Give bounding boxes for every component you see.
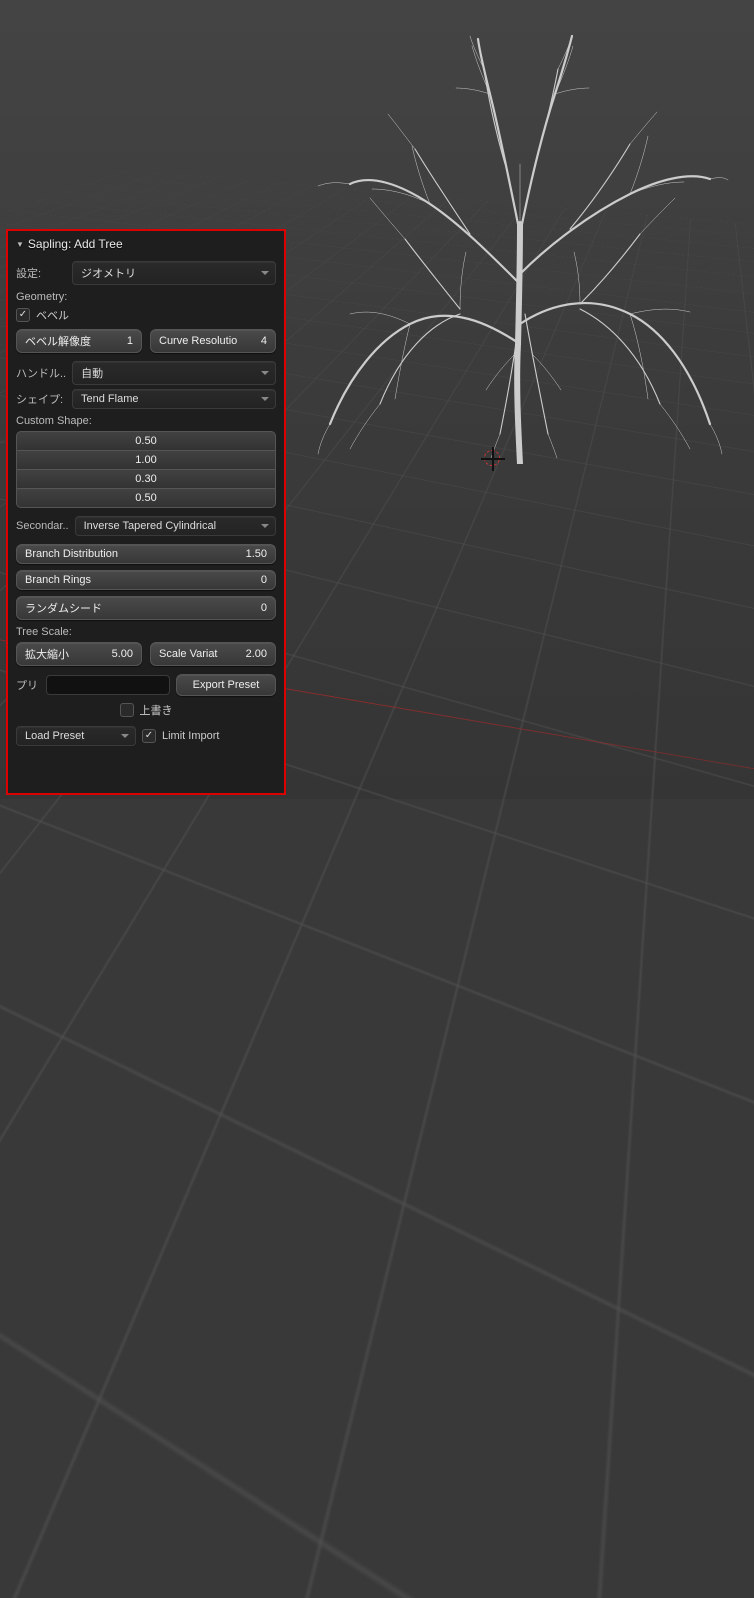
scale-field[interactable]: 拡大縮小 5.00 xyxy=(16,642,142,666)
tree-object[interactable] xyxy=(310,24,730,464)
limit-import-checkbox[interactable] xyxy=(142,729,156,743)
random-seed-field[interactable]: ランダムシード 0 xyxy=(16,596,276,620)
settings-label: 設定: xyxy=(16,265,66,281)
export-preset-button[interactable]: Export Preset xyxy=(176,674,276,696)
preset-label: プリ xyxy=(16,677,40,693)
settings-select[interactable]: ジオメトリ xyxy=(72,261,276,285)
disclosure-triangle-icon[interactable]: ▼ xyxy=(16,240,24,249)
overwrite-checkbox[interactable] xyxy=(120,703,134,717)
handle-select[interactable]: 自動 xyxy=(72,361,276,385)
geometry-heading: Geometry: xyxy=(16,291,276,303)
cursor-3d-icon xyxy=(484,450,500,466)
custom-shape-1[interactable]: 1.00 xyxy=(16,451,276,470)
tree-scale-heading: Tree Scale: xyxy=(16,626,276,638)
secondary-label: Secondar.. xyxy=(16,520,69,532)
branch-rings-field[interactable]: Branch Rings 0 xyxy=(16,570,276,590)
bevel-label: ベベル xyxy=(36,307,69,323)
bevel-resolution-field[interactable]: ベベル解像度 1 xyxy=(16,329,142,353)
scale-variation-field[interactable]: Scale Variat 2.00 xyxy=(150,642,276,666)
bevel-checkbox[interactable] xyxy=(16,308,30,322)
custom-shape-0[interactable]: 0.50 xyxy=(16,431,276,451)
custom-shape-2[interactable]: 0.30 xyxy=(16,470,276,489)
custom-shape-heading: Custom Shape: xyxy=(16,415,276,427)
shape-label: シェイプ: xyxy=(16,391,66,407)
handle-label: ハンドル.. xyxy=(16,365,66,381)
custom-shape-3[interactable]: 0.50 xyxy=(16,489,276,508)
branch-distribution-field[interactable]: Branch Distribution 1.50 xyxy=(16,544,276,564)
secondary-select[interactable]: Inverse Tapered Cylindrical xyxy=(75,516,276,536)
limit-import-label: Limit Import xyxy=(162,730,219,742)
preset-name-input[interactable] xyxy=(46,675,170,695)
load-preset-select[interactable]: Load Preset xyxy=(16,726,136,746)
panel-title[interactable]: ▼ Sapling: Add Tree xyxy=(16,237,276,251)
overwrite-label: 上書き xyxy=(140,702,173,718)
operator-panel: ▼ Sapling: Add Tree 設定: ジオメトリ Geometry: … xyxy=(6,229,286,795)
curve-resolution-field[interactable]: Curve Resolutio 4 xyxy=(150,329,276,353)
shape-select[interactable]: Tend Flame xyxy=(72,389,276,409)
